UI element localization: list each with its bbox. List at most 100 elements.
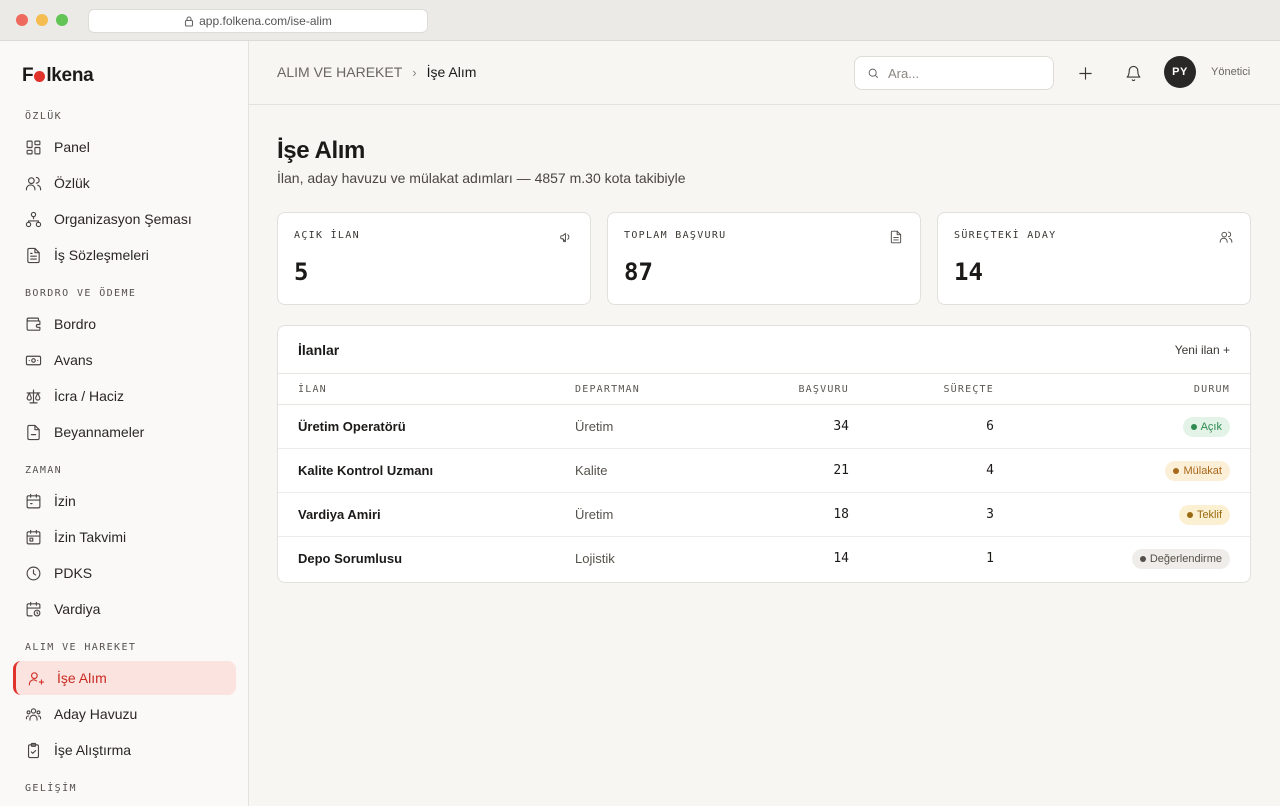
document-icon xyxy=(890,230,902,244)
listing-department: Kalite xyxy=(575,463,608,478)
breadcrumb-parent[interactable]: ALIM VE HAREKET xyxy=(277,64,402,80)
url-text: app.folkena.com/ise-alim xyxy=(199,14,332,28)
sidebar-item-ozluk[interactable]: Özlük xyxy=(13,166,236,200)
listing-name: Depo Sorumlusu xyxy=(298,551,403,566)
sidebar-item-label: Organizasyon Şeması xyxy=(54,211,192,227)
listing-name: Vardiya Amiri xyxy=(298,507,381,522)
table-row[interactable]: Üretim Operatörü Üretim 34 6 Açık xyxy=(278,405,1250,449)
stat-label: SÜREÇTEKİ ADAY xyxy=(954,230,1057,241)
wallet-icon xyxy=(26,317,41,331)
sidebar-item-ise-alistirma[interactable]: İşe Alıştırma xyxy=(13,733,236,767)
sidebar: Flkena ÖZLÜK Panel Özlük Organizasyon Şe… xyxy=(0,41,249,806)
listing-in-process: 3 xyxy=(986,507,994,522)
table-header: İLAN DEPARTMAN BAŞVURU SÜREÇTE DURUM xyxy=(278,374,1250,405)
sidebar-item-label: Avans xyxy=(54,352,93,368)
sidebar-item-beyannameler[interactable]: Beyannameler xyxy=(13,415,236,449)
table-row[interactable]: Depo Sorumlusu Lojistik 14 1 Değerlendir… xyxy=(278,537,1250,581)
sidebar-item-label: Özlük xyxy=(54,175,90,191)
clock-icon xyxy=(26,566,41,580)
notifications-button[interactable] xyxy=(1121,61,1145,85)
listing-department: Üretim xyxy=(575,507,614,522)
stat-value: 14 xyxy=(954,258,983,286)
sidebar-item-label: İşe Alıştırma xyxy=(54,742,132,758)
chevron-right-icon: › xyxy=(412,64,417,80)
sidebar-item-label: Beyannameler xyxy=(54,424,145,440)
user-plus-icon xyxy=(28,671,45,685)
sidebar-item-aday-havuzu[interactable]: Aday Havuzu xyxy=(13,697,236,731)
stat-card-open-listings: AÇIK İLAN 5 xyxy=(277,212,591,305)
stat-value: 5 xyxy=(294,258,309,286)
maximize-window-button[interactable] xyxy=(56,14,68,26)
scale-icon xyxy=(26,389,41,403)
page-title: İşe Alım xyxy=(277,137,365,164)
table-row[interactable]: Kalite Kontrol Uzmanı Kalite 21 4 Mülaka… xyxy=(278,449,1250,493)
column-header-status[interactable]: DURUM xyxy=(1194,384,1230,395)
table-row[interactable]: Vardiya Amiri Üretim 18 3 Teklif xyxy=(278,493,1250,537)
sidebar-item-label: İzin Takvimi xyxy=(54,529,127,545)
sidebar-item-panel[interactable]: Panel xyxy=(13,130,236,164)
sidebar-section-gelisim: GELİŞİM xyxy=(25,783,77,794)
stat-card-total-applications: TOPLAM BAŞVURU 87 xyxy=(607,212,921,305)
column-header-applications[interactable]: BAŞVURU xyxy=(789,384,849,395)
clipboard-check-icon xyxy=(27,742,40,758)
column-header-in-process[interactable]: SÜREÇTE xyxy=(934,384,994,395)
listing-applications: 21 xyxy=(833,463,849,478)
document-icon xyxy=(27,247,40,263)
sidebar-item-icra-haciz[interactable]: İcra / Haciz xyxy=(13,379,236,413)
browser-chrome: app.folkena.com/ise-alim xyxy=(0,0,1280,41)
stat-label: TOPLAM BAŞVURU xyxy=(624,230,727,241)
sidebar-item-izin[interactable]: İzin xyxy=(13,484,236,518)
sidebar-item-izin-takvimi[interactable]: İzin Takvimi xyxy=(13,520,236,554)
logo-text-start: F xyxy=(22,65,34,86)
users-icon xyxy=(25,176,42,190)
column-header-listing[interactable]: İLAN xyxy=(298,384,327,395)
logo-text-end: lkena xyxy=(46,65,94,86)
sidebar-item-bordro[interactable]: Bordro xyxy=(13,307,236,341)
minimize-window-button[interactable] xyxy=(36,14,48,26)
user-role: Yönetici xyxy=(1211,66,1251,78)
sidebar-item-pdks[interactable]: PDKS xyxy=(13,556,236,590)
plus-icon xyxy=(1078,66,1092,80)
listing-in-process: 4 xyxy=(986,463,994,478)
address-bar[interactable]: app.folkena.com/ise-alim xyxy=(88,9,428,33)
status-badge: Değerlendirme xyxy=(1131,549,1230,569)
listing-in-process: 6 xyxy=(986,419,994,434)
megaphone-icon xyxy=(560,233,570,243)
brand-logo[interactable]: Flkena xyxy=(22,65,94,87)
listing-department: Üretim xyxy=(575,419,614,434)
breadcrumb: ALIM VE HAREKET › İşe Alım xyxy=(277,64,476,80)
search-box[interactable] xyxy=(854,56,1054,90)
column-header-department[interactable]: DEPARTMAN xyxy=(575,384,640,395)
people-group-icon xyxy=(25,707,42,721)
avatar[interactable]: PY xyxy=(1164,56,1196,88)
sidebar-item-label: İcra / Haciz xyxy=(54,388,125,404)
sidebar-item-ise-alim[interactable]: İşe Alım xyxy=(13,661,236,695)
top-bar: ALIM VE HAREKET › İşe Alım PY Yönetici xyxy=(249,41,1280,105)
sidebar-section-zaman: ZAMAN xyxy=(25,465,63,476)
sidebar-item-vardiya[interactable]: Vardiya xyxy=(13,592,236,626)
sidebar-item-label: İzin xyxy=(54,493,76,509)
add-button[interactable] xyxy=(1073,61,1097,85)
sidebar-item-avans[interactable]: Avans xyxy=(13,343,236,377)
file-icon xyxy=(27,424,40,440)
sidebar-item-label: İş Sözleşmeleri xyxy=(54,247,149,263)
status-badge: Açık xyxy=(1182,417,1230,437)
sidebar-item-label: Panel xyxy=(54,139,90,155)
new-listing-button[interactable]: Yeni ilan + xyxy=(1175,343,1230,357)
sidebar-item-label: İşe Alım xyxy=(57,670,107,686)
sidebar-item-organizasyon[interactable]: Organizasyon Şeması xyxy=(13,202,236,236)
app-window: app.folkena.com/ise-alim Flkena ÖZLÜK Pa… xyxy=(0,0,1280,806)
calendar-clock-icon xyxy=(26,601,41,616)
bell-icon xyxy=(1126,65,1140,81)
sidebar-section-ozluk: ÖZLÜK xyxy=(25,111,63,122)
page-subtitle: İlan, aday havuzu ve mülakat adımları — … xyxy=(277,170,686,186)
search-input[interactable] xyxy=(888,65,1038,81)
logo-dot xyxy=(34,70,46,82)
sidebar-section-bordro: BORDRO VE ÖDEME xyxy=(25,288,137,299)
close-window-button[interactable] xyxy=(16,14,28,26)
sidebar-item-label: PDKS xyxy=(54,565,93,581)
sidebar-item-is-sozlesmeleri[interactable]: İş Sözleşmeleri xyxy=(13,238,236,272)
stat-value: 87 xyxy=(624,258,653,286)
search-icon xyxy=(868,68,879,78)
status-badge: Mülakat xyxy=(1165,461,1230,481)
